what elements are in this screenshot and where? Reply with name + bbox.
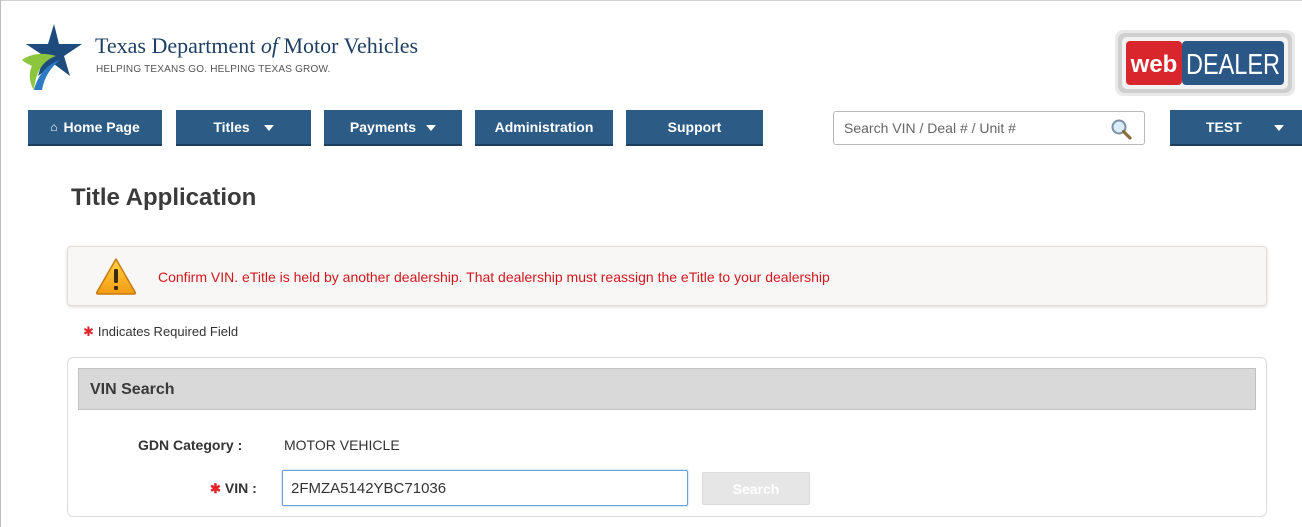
window-frame-top (0, 0, 1302, 1)
logo-dealer-text: DEALER (1186, 49, 1280, 81)
required-field-note: ✱ Indicates Required Field (83, 324, 238, 340)
nav-administration-button[interactable]: Administration (475, 110, 613, 146)
nav-titles-dropdown[interactable]: Titles (176, 110, 311, 146)
error-alert: Confirm VIN. eTitle is held by another d… (67, 246, 1267, 306)
nav-payments-dropdown[interactable]: Payments (324, 110, 462, 146)
chevron-down-icon (426, 125, 437, 131)
webdealer-logo: web DEALER (1115, 30, 1295, 96)
vin-search-heading: VIN Search (90, 381, 175, 398)
nav-home-label: Home Page (63, 119, 140, 135)
home-icon: ⌂ (50, 120, 58, 134)
nav-titles-label: Titles (213, 119, 250, 135)
required-note-text: Indicates Required Field (97, 324, 239, 339)
window-frame-left (0, 0, 1, 527)
global-search (833, 111, 1145, 145)
user-menu-label: TEST (1206, 119, 1242, 135)
vin-input[interactable] (282, 470, 688, 506)
nav-administration-label: Administration (494, 119, 594, 135)
nav-payments-label: Payments (349, 119, 417, 135)
agency-name: Texas Department of Motor Vehicles (95, 33, 419, 58)
nav-support-label: Support (667, 119, 722, 135)
vin-search-panel: VIN Search GDN Category : MOTOR VEHICLE … (67, 357, 1267, 517)
global-search-input[interactable] (844, 118, 1104, 138)
user-menu-dropdown[interactable]: TEST (1170, 110, 1302, 146)
chevron-down-icon (1273, 125, 1284, 131)
logo-web-text: web (1130, 51, 1178, 78)
vin-label: ✱ VIN : (210, 480, 257, 496)
required-asterisk-icon: ✱ (83, 324, 94, 339)
vin-search-button[interactable]: Search (702, 472, 810, 505)
magnifier-icon[interactable] (1110, 118, 1132, 140)
chevron-down-icon (263, 125, 274, 131)
vin-search-header: VIN Search (78, 368, 1256, 410)
nav-support-button[interactable]: Support (626, 110, 763, 146)
page-title: Title Application (71, 184, 257, 211)
required-asterisk-icon: ✱ (210, 481, 221, 496)
gdn-category-value: MOTOR VEHICLE (284, 437, 400, 453)
warning-triangle-icon (95, 258, 137, 295)
txdmv-star-logo-icon (22, 24, 82, 90)
agency-tagline: HELPING TEXANS GO. HELPING TEXAS GROW. (96, 64, 331, 75)
nav-home-button[interactable]: ⌂ Home Page (28, 110, 162, 146)
gdn-category-label: GDN Category : (138, 437, 243, 453)
alert-message: Confirm VIN. eTitle is held by another d… (158, 269, 830, 285)
